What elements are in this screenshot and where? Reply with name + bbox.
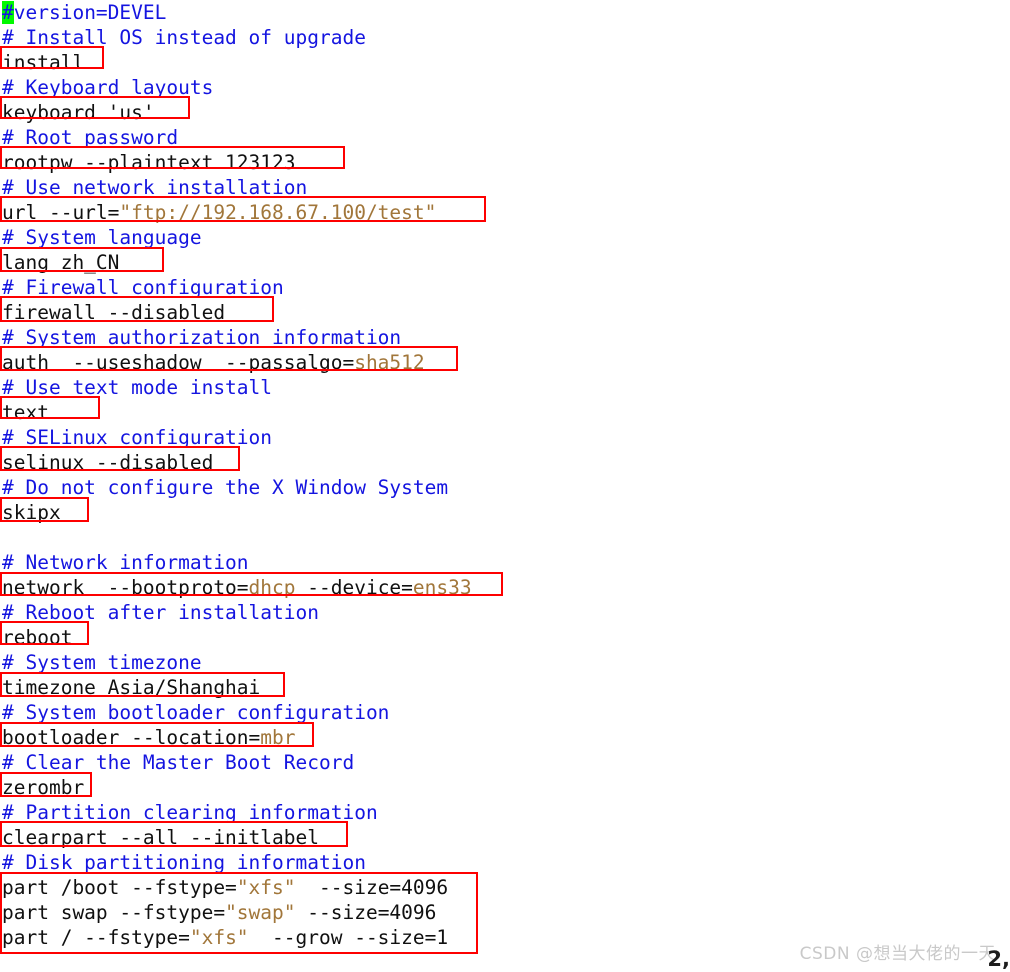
code-line[interactable]: zerombr: [0, 775, 1010, 800]
code-token-str: "xfs": [236, 876, 296, 899]
code-token-cmd: timezone Asia/Shanghai: [2, 676, 261, 699]
code-line[interactable]: # Clear the Master Boot Record: [0, 750, 1010, 775]
code-token-val: sha512: [354, 351, 425, 374]
code-line-blank[interactable]: [0, 525, 1010, 550]
code-token-str: "swap": [225, 901, 296, 924]
overlay-glyph: 2,: [987, 947, 1010, 971]
code-line[interactable]: rootpw --plaintext 123123: [0, 150, 1010, 175]
code-line[interactable]: skipx: [0, 500, 1010, 525]
code-token-comment: # Network information: [2, 551, 249, 574]
code-token-comment: version=DEVEL: [13, 1, 167, 24]
code-token-cmd: selinux --disabled: [2, 451, 214, 474]
code-token-comment: # Install OS instead of upgrade: [2, 26, 366, 49]
code-token-cmd: --size=4096: [295, 901, 437, 924]
code-token-val: mbr: [260, 726, 296, 749]
code-line[interactable]: # Install OS instead of upgrade: [0, 25, 1010, 50]
code-token-hl: #: [2, 1, 14, 24]
code-token-comment: # Partition clearing information: [2, 801, 378, 824]
code-line[interactable]: # System bootloader configuration: [0, 700, 1010, 725]
code-line[interactable]: keyboard 'us': [0, 100, 1010, 125]
code-token-comment: # Firewall configuration: [2, 276, 284, 299]
code-token-comment: # System timezone: [2, 651, 202, 674]
code-token-cmd: zerombr: [2, 776, 85, 799]
code-line[interactable]: lang zh_CN: [0, 250, 1010, 275]
code-token-comment: # System bootloader configuration: [2, 701, 390, 724]
code-token-comment: # System language: [2, 226, 202, 249]
code-token-cmd: --device=: [295, 576, 413, 599]
code-token-comment: # Use network installation: [2, 176, 308, 199]
code-token-str: "ftp://192.168.67.100/test": [119, 201, 437, 224]
code-token-cmd: network --bootproto=: [2, 576, 249, 599]
code-token-comment: # Disk partitioning information: [2, 851, 366, 874]
code-line[interactable]: # Do not configure the X Window System: [0, 475, 1010, 500]
code-line[interactable]: part /boot --fstype="xfs" --size=4096: [0, 875, 1010, 900]
code-line[interactable]: timezone Asia/Shanghai: [0, 675, 1010, 700]
code-line[interactable]: text: [0, 400, 1010, 425]
code-line[interactable]: # SELinux configuration: [0, 425, 1010, 450]
code-line[interactable]: #version=DEVEL: [0, 0, 1010, 25]
code-line[interactable]: install: [0, 50, 1010, 75]
code-token-cmd: keyboard 'us': [2, 101, 155, 124]
code-line[interactable]: # Use text mode install: [0, 375, 1010, 400]
code-line[interactable]: # Partition clearing information: [0, 800, 1010, 825]
code-line[interactable]: part swap --fstype="swap" --size=4096: [0, 900, 1010, 925]
code-token-cmd: clearpart --all --initlabel: [2, 826, 319, 849]
code-token-cmd: --grow --size=1: [248, 926, 449, 949]
code-token-cmd: install: [2, 51, 85, 74]
code-token-cmd: bootloader --location=: [2, 726, 261, 749]
code-line[interactable]: # System timezone: [0, 650, 1010, 675]
code-line[interactable]: # Keyboard layouts: [0, 75, 1010, 100]
watermark-text: CSDN @想当大佬的一天: [799, 944, 996, 964]
code-token-cmd: part /boot --fstype=: [2, 876, 237, 899]
code-line[interactable]: # Use network installation: [0, 175, 1010, 200]
code-line[interactable]: auth --useshadow --passalgo=sha512: [0, 350, 1010, 375]
code-token-cmd: part swap --fstype=: [2, 901, 226, 924]
code-line[interactable]: # Root password: [0, 125, 1010, 150]
code-token-cmd: --size=4096: [295, 876, 449, 899]
code-token-cmd: skipx: [2, 501, 61, 524]
code-token-comment: # Use text mode install: [2, 376, 273, 399]
code-line[interactable]: # Network information: [0, 550, 1010, 575]
code-token-cmd: part / --fstype=: [2, 926, 190, 949]
code-token-cmd: text: [2, 401, 49, 424]
code-line[interactable]: url --url="ftp://192.168.67.100/test": [0, 200, 1010, 225]
code-viewer: #version=DEVEL # Install OS instead of up…: [0, 0, 1010, 972]
code-token-cmd: lang zh_CN: [2, 251, 120, 274]
kickstart-code-text[interactable]: #version=DEVEL # Install OS instead of up…: [0, 0, 1010, 950]
csdn-watermark: CSDN @想当大佬的一天: [800, 939, 996, 964]
code-token-comment: # Keyboard layouts: [2, 76, 214, 99]
code-line[interactable]: # Disk partitioning information: [0, 850, 1010, 875]
code-line[interactable]: # Reboot after installation: [0, 600, 1010, 625]
code-token-cmd: reboot: [2, 626, 73, 649]
code-token-cmd: auth --useshadow --passalgo=: [2, 351, 355, 374]
code-token-comment: # Clear the Master Boot Record: [2, 751, 355, 774]
code-line[interactable]: # Firewall configuration: [0, 275, 1010, 300]
code-token-cmd: url --url=: [2, 201, 120, 224]
code-line[interactable]: bootloader --location=mbr: [0, 725, 1010, 750]
code-token-comment: # SELinux configuration: [2, 426, 273, 449]
code-line[interactable]: # System authorization information: [0, 325, 1010, 350]
code-line[interactable]: network --bootproto=dhcp --device=ens33: [0, 575, 1010, 600]
code-line[interactable]: reboot: [0, 625, 1010, 650]
code-token-val: dhcp: [248, 576, 296, 599]
code-token-comment: # System authorization information: [2, 326, 402, 349]
code-token-comment: # Root password: [2, 126, 179, 149]
code-token-cmd: rootpw --plaintext 123123: [2, 151, 296, 174]
code-token-comment: # Do not configure the X Window System: [2, 476, 449, 499]
code-line[interactable]: firewall --disabled: [0, 300, 1010, 325]
code-token-cmd: firewall --disabled: [2, 301, 226, 324]
code-token-comment: # Reboot after installation: [2, 601, 319, 624]
code-line[interactable]: selinux --disabled: [0, 450, 1010, 475]
code-line[interactable]: clearpart --all --initlabel: [0, 825, 1010, 850]
code-line[interactable]: # System language: [0, 225, 1010, 250]
code-token-str: "xfs": [189, 926, 249, 949]
code-token-val: ens33: [412, 576, 472, 599]
